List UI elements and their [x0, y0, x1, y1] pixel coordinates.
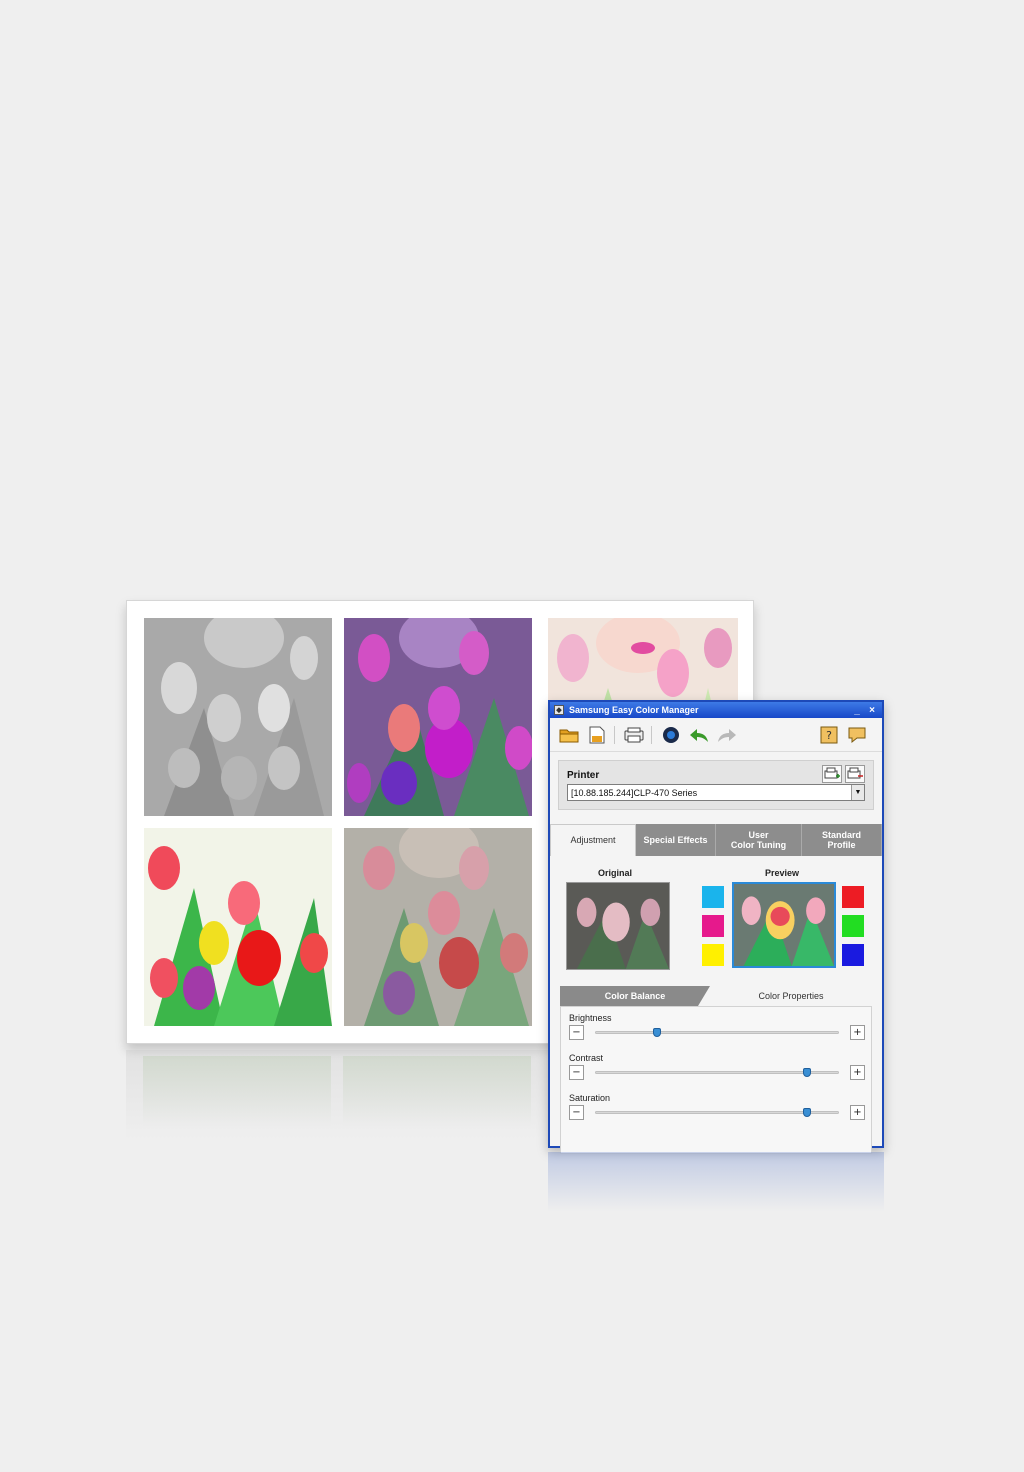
blue-swatch[interactable] [842, 944, 864, 966]
main-tabs: Adjustment Special Effects User Color Tu… [550, 824, 882, 856]
photo-purple [344, 618, 532, 816]
printer-actions [822, 765, 865, 783]
printer-label: Printer [567, 770, 600, 781]
chat-button[interactable] [846, 724, 868, 746]
undo-icon [690, 728, 708, 742]
app-icon: ◆ [554, 705, 564, 715]
preview-image [732, 882, 836, 968]
slider-group: Brightness − + Contrast − + Saturation −… [560, 1006, 872, 1154]
original-label: Original [598, 868, 633, 878]
printer-icon [624, 727, 644, 742]
contrast-decrease-button[interactable]: − [569, 1065, 584, 1080]
toolbar-separator [614, 725, 615, 744]
original-image [566, 882, 670, 970]
add-printer-button[interactable] [822, 765, 842, 783]
help-icon: ? [820, 726, 838, 743]
brightness-slider-thumb[interactable] [652, 1028, 661, 1037]
saturation-slider-row: Saturation − + [569, 1093, 865, 1127]
chat-icon [848, 727, 866, 743]
tab-color-properties[interactable]: Color Properties [710, 986, 872, 1006]
tab-standard-profile[interactable]: Standard Profile [802, 824, 882, 856]
printer-group: Printer [10.88.185.244]CLP-470 Series ▼ [558, 760, 874, 810]
open-icon [559, 729, 579, 742]
green-swatch[interactable] [842, 915, 864, 937]
tab-special-effects[interactable]: Special Effects [636, 824, 716, 856]
window-title: Samsung Easy Color Manager [569, 705, 699, 715]
close-button[interactable]: × [866, 704, 878, 716]
preview-label: Preview [765, 868, 800, 878]
window-reflection [548, 1152, 884, 1212]
photo-faded [344, 828, 532, 1026]
brightness-slider-row: Brightness − + [569, 1013, 865, 1047]
saturation-decrease-button[interactable]: − [569, 1105, 584, 1120]
remove-printer-button[interactable] [845, 765, 865, 783]
color-manager-window: ◆ Samsung Easy Color Manager _ × ? Print… [548, 700, 884, 1154]
tab-adjustment[interactable]: Adjustment [550, 824, 636, 856]
contrast-label: Contrast [569, 1053, 604, 1063]
photo-grayscale [144, 618, 332, 816]
cyan-swatch[interactable] [702, 886, 724, 908]
redo-icon [718, 728, 736, 742]
contrast-slider[interactable] [595, 1068, 839, 1077]
brightness-increase-button[interactable]: + [850, 1025, 865, 1040]
saturation-slider-thumb[interactable] [802, 1108, 811, 1117]
remove-printer-icon [847, 767, 863, 779]
contrast-slider-row: Contrast − + [569, 1053, 865, 1087]
printer-dropdown-value: [10.88.185.244]CLP-470 Series [571, 787, 698, 798]
add-printer-icon [824, 767, 840, 779]
yellow-swatch[interactable] [702, 944, 724, 966]
reflection-tile [343, 1056, 531, 1126]
reflection-tile [143, 1056, 331, 1126]
saturation-slider[interactable] [595, 1108, 839, 1117]
help-button[interactable]: ? [818, 724, 840, 746]
tab-user-color-tuning[interactable]: User Color Tuning [716, 824, 802, 856]
chevron-down-icon[interactable]: ▼ [851, 785, 864, 800]
undo-button[interactable] [688, 724, 710, 746]
toolbar-separator [651, 725, 652, 744]
save-icon [589, 726, 605, 743]
save-button[interactable] [586, 724, 608, 746]
brightness-slider[interactable] [595, 1028, 839, 1037]
color-button[interactable] [660, 724, 682, 746]
title-bar[interactable]: ◆ Samsung Easy Color Manager _ × [550, 702, 882, 718]
svg-text:?: ? [826, 729, 832, 742]
color-icon [663, 726, 679, 743]
saturation-increase-button[interactable]: + [850, 1105, 865, 1120]
magenta-swatch[interactable] [702, 915, 724, 937]
adjustment-panel: Original Preview Color Balance Color Pro… [550, 856, 882, 1156]
brightness-label: Brightness [569, 1013, 612, 1023]
red-swatch[interactable] [842, 886, 864, 908]
toolbar: ? [550, 718, 882, 752]
tab-color-balance[interactable]: Color Balance [560, 986, 710, 1006]
sub-tabs: Color Balance Color Properties [560, 986, 872, 1006]
contrast-slider-thumb[interactable] [802, 1068, 811, 1077]
brightness-decrease-button[interactable]: − [569, 1025, 584, 1040]
contrast-increase-button[interactable]: + [850, 1065, 865, 1080]
minimize-button[interactable]: _ [851, 704, 863, 716]
open-button[interactable] [558, 724, 580, 746]
print-button[interactable] [623, 724, 645, 746]
printer-dropdown[interactable]: [10.88.185.244]CLP-470 Series ▼ [567, 784, 865, 801]
redo-button[interactable] [716, 724, 738, 746]
saturation-label: Saturation [569, 1093, 611, 1103]
photo-bright [144, 828, 332, 1026]
